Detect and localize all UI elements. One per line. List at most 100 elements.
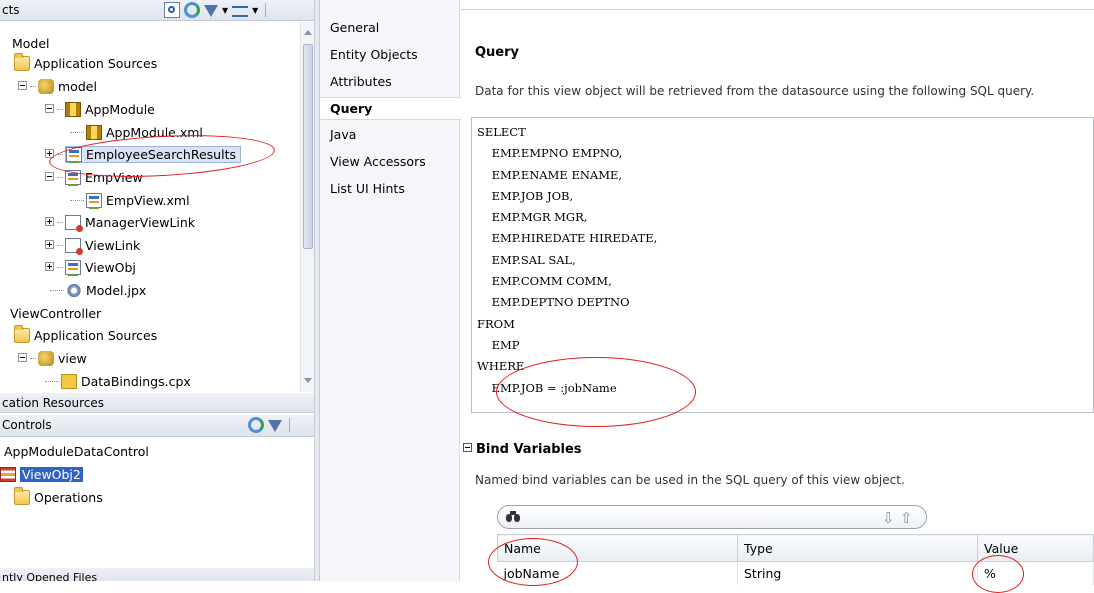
folder-icon bbox=[14, 325, 30, 343]
tree-node-label: ViewObj bbox=[85, 260, 136, 275]
bind-variable-type[interactable]: String bbox=[737, 561, 978, 585]
toolbar-separator bbox=[265, 3, 267, 17]
projects-header-label: cts bbox=[2, 3, 20, 17]
collection-icon bbox=[0, 467, 16, 482]
collapse-icon[interactable] bbox=[18, 353, 27, 362]
data-bindings-icon bbox=[61, 374, 77, 389]
expand-icon[interactable] bbox=[45, 217, 54, 226]
query-title: Query bbox=[475, 45, 520, 60]
tree-node-employeesearchresults[interactable]: EmployeeSearchResults bbox=[45, 144, 241, 166]
application-resources-header[interactable]: cation Resources bbox=[0, 393, 314, 413]
table-header-row: Name Type Value bbox=[497, 534, 1094, 562]
tree-node-label: ViewController bbox=[10, 306, 102, 321]
expand-icon[interactable] bbox=[45, 149, 54, 158]
package-icon bbox=[38, 79, 54, 94]
tree-node-empview-xml[interactable]: EmpView.xml bbox=[70, 190, 190, 212]
tab-list-ui-hints[interactable]: List UI Hints bbox=[330, 181, 405, 196]
data-control-appmodule[interactable]: AppModuleDataControl bbox=[4, 441, 149, 463]
collapse-icon[interactable] bbox=[45, 172, 54, 181]
sort-icon[interactable] bbox=[232, 5, 249, 17]
tab-attributes[interactable]: Attributes bbox=[330, 74, 392, 89]
projects-toolbar: ▼ ▼ bbox=[164, 2, 269, 18]
tab-general[interactable]: General bbox=[330, 20, 379, 35]
find-icon[interactable] bbox=[164, 2, 180, 18]
collapse-icon[interactable] bbox=[463, 443, 472, 452]
data-controls-toolbar bbox=[248, 417, 293, 433]
tree-node-appmodule-xml[interactable]: AppModule.xml bbox=[70, 122, 203, 144]
tree-node-application-sources-2[interactable]: Application Sources bbox=[14, 325, 157, 347]
scroll-thumb[interactable] bbox=[303, 44, 313, 249]
column-header-name[interactable]: Name bbox=[497, 534, 738, 562]
tree-node-label: view bbox=[58, 351, 87, 366]
filter-icon[interactable] bbox=[204, 5, 218, 17]
tree-node-view-package[interactable]: view bbox=[18, 348, 87, 370]
tree-node-databindings[interactable]: DataBindings.cpx bbox=[45, 371, 191, 393]
data-control-viewobj2[interactable]: ViewObj2 bbox=[0, 464, 83, 486]
tree-node-label: ViewLink bbox=[85, 238, 141, 253]
binoculars-icon[interactable] bbox=[506, 511, 520, 522]
tree-node-viewcontroller-project[interactable]: ViewController bbox=[10, 303, 101, 325]
column-header-type[interactable]: Type bbox=[737, 534, 978, 562]
application-module-icon bbox=[65, 102, 81, 117]
projects-header: cts ▼ ▼ bbox=[0, 0, 314, 21]
tree-node-appmodule[interactable]: AppModule bbox=[45, 99, 155, 121]
column-header-value[interactable]: Value bbox=[977, 534, 1094, 562]
tree-node-label: DataBindings.cpx bbox=[81, 374, 191, 389]
tree-node-managerviewlink[interactable]: ManagerViewLink bbox=[45, 212, 195, 234]
collapse-icon[interactable] bbox=[45, 104, 54, 113]
bind-variable-name[interactable]: jobName bbox=[497, 561, 738, 585]
tree-node-model-package[interactable]: model bbox=[18, 76, 97, 98]
sort-dropdown-icon[interactable]: ▼ bbox=[252, 6, 258, 15]
view-link-icon bbox=[65, 238, 83, 255]
tree-node-empview[interactable]: EmpView bbox=[45, 167, 143, 189]
tree-node-label: Application Sources bbox=[34, 56, 158, 71]
expand-icon[interactable] bbox=[45, 262, 54, 271]
collapse-icon[interactable] bbox=[18, 81, 27, 90]
view-object-icon bbox=[65, 170, 81, 186]
bind-variable-value[interactable]: % bbox=[977, 561, 1094, 585]
tree-node-viewobj[interactable]: ViewObj bbox=[45, 257, 136, 279]
refresh-icon[interactable] bbox=[248, 417, 264, 433]
table-row[interactable]: jobName String % bbox=[497, 561, 1094, 585]
tree-node-label: Application Sources bbox=[34, 328, 158, 343]
bind-variables-title: Bind Variables bbox=[476, 442, 582, 457]
tab-entity-objects[interactable]: Entity Objects bbox=[330, 47, 418, 62]
tab-view-accessors[interactable]: View Accessors bbox=[330, 154, 426, 169]
tree-node-label: AppModule bbox=[85, 102, 155, 117]
tree-node-model-jpx[interactable]: Model.jpx bbox=[50, 280, 146, 302]
view-object-icon bbox=[66, 147, 82, 163]
scroll-up-icon[interactable] bbox=[304, 30, 312, 35]
tab-query[interactable]: Query bbox=[330, 101, 372, 116]
scroll-down-icon[interactable] bbox=[304, 378, 312, 383]
query-description: Data for this view object will be retrie… bbox=[475, 84, 1035, 98]
application-module-icon bbox=[86, 125, 102, 140]
move-up-icon[interactable]: ⇧ bbox=[900, 509, 913, 527]
tree-node-viewlink[interactable]: ViewLink bbox=[45, 235, 140, 257]
data-controls-header[interactable]: Controls bbox=[0, 415, 314, 437]
recently-opened-files-header[interactable]: ntly Opened Files bbox=[0, 568, 314, 581]
tree-node-application-sources[interactable]: Application Sources bbox=[14, 53, 157, 75]
expand-icon[interactable] bbox=[45, 240, 54, 249]
filter-dropdown-icon[interactable]: ▼ bbox=[222, 6, 228, 15]
tree-node-label: EmpView.xml bbox=[106, 193, 190, 208]
project-settings-icon bbox=[66, 283, 82, 298]
tree-node-label: Model bbox=[12, 36, 50, 51]
refresh-icon[interactable] bbox=[184, 2, 200, 18]
tree-node-model-project[interactable]: Model bbox=[12, 33, 50, 55]
content-divider bbox=[461, 9, 1094, 10]
folder-icon bbox=[14, 53, 30, 71]
tab-java[interactable]: Java bbox=[330, 127, 356, 142]
bind-variables-description: Named bind variables can be used in the … bbox=[475, 473, 905, 487]
sql-query-text[interactable]: SELECT EMP.EMPNO EMPNO, EMP.ENAME ENAME,… bbox=[477, 122, 657, 399]
view-object-icon bbox=[86, 193, 102, 209]
data-control-operations[interactable]: Operations bbox=[14, 487, 103, 509]
data-control-label: AppModuleDataControl bbox=[4, 444, 149, 459]
filter-icon[interactable] bbox=[268, 420, 282, 432]
recent-files-label: ntly Opened Files bbox=[2, 571, 98, 581]
move-down-icon[interactable]: ⇩ bbox=[882, 509, 895, 527]
tree-node-label: ManagerViewLink bbox=[85, 215, 196, 230]
bind-variables-table: Name Type Value jobName String % bbox=[497, 534, 1094, 585]
data-controls-label: Controls bbox=[2, 418, 52, 432]
tree-scrollbar[interactable] bbox=[300, 22, 314, 392]
bind-variables-section[interactable]: Bind Variables bbox=[463, 442, 582, 457]
